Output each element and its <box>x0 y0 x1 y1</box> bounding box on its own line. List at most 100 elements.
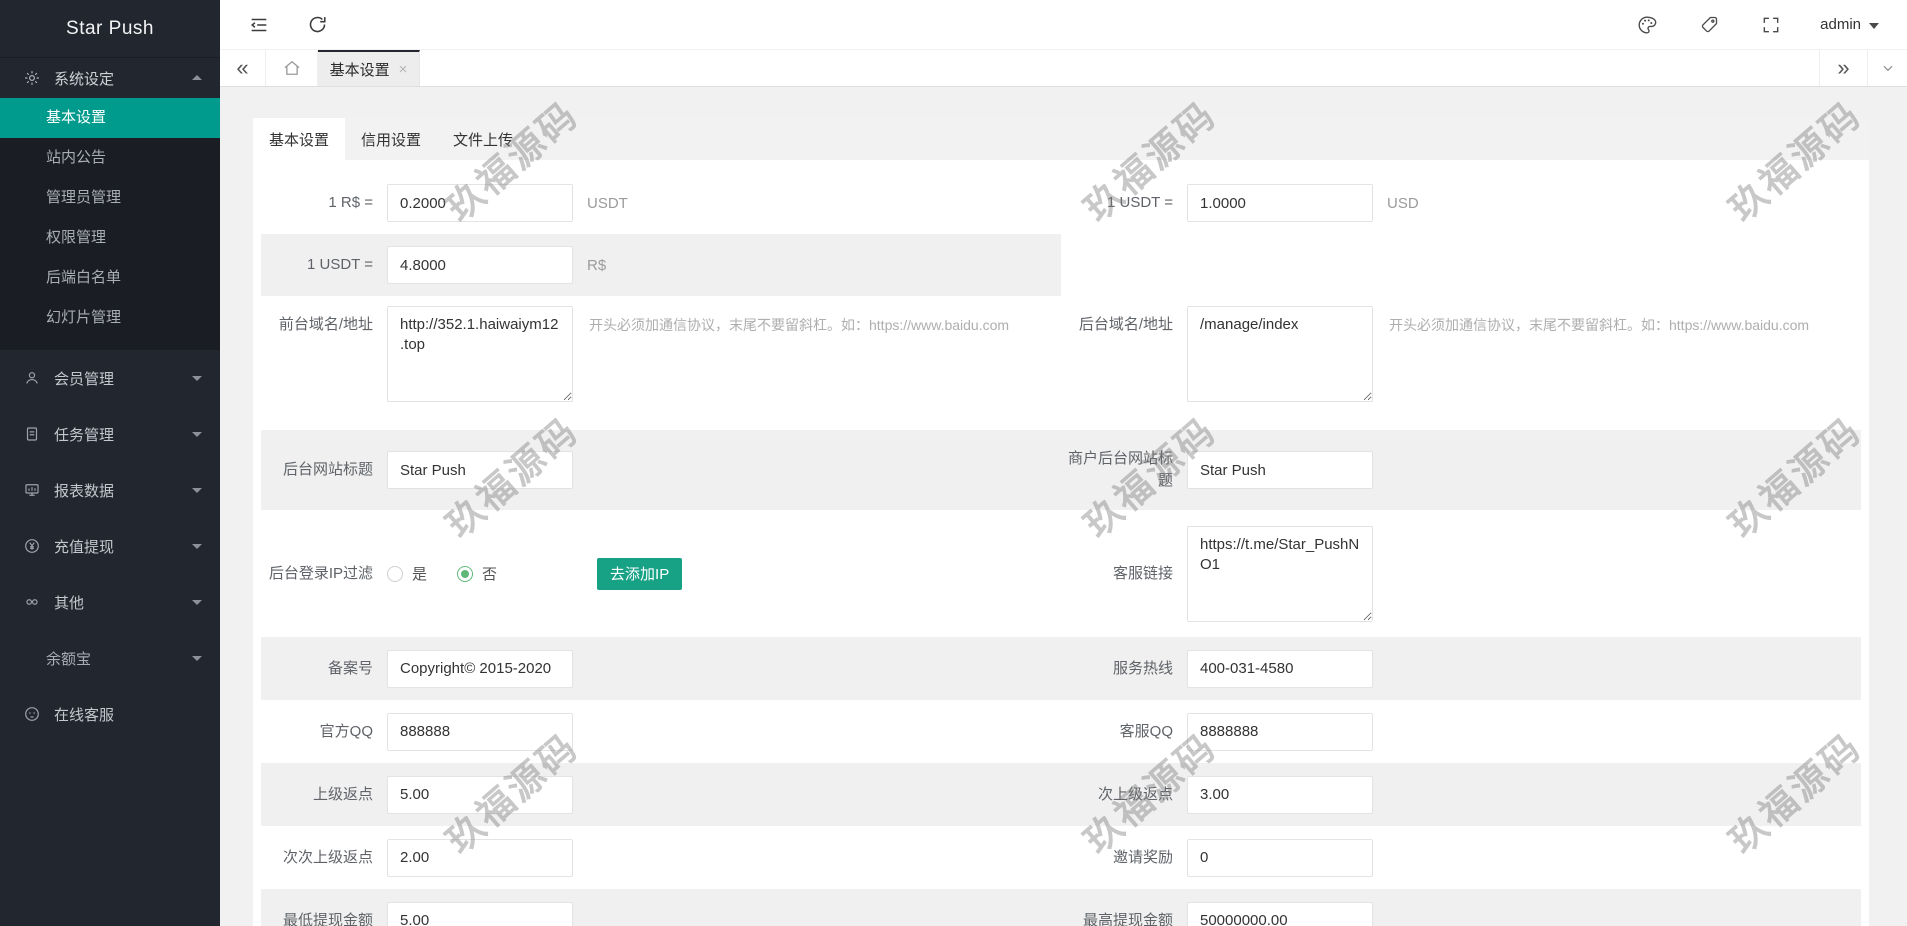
form-row: 上级返点 次上级返点 <box>261 763 1861 826</box>
field-rate-usdt-usd: 1 USDT = USD <box>1061 172 1861 234</box>
field-back-domain: 后台域名/地址 /manage/index 开头必须加通信协议，末尾不要留斜杠。… <box>1061 296 1861 430</box>
sidebar-group-label: 任务管理 <box>54 426 115 444</box>
rate-usdt-rs-input[interactable] <box>387 246 573 284</box>
sidebar-item-basic-settings[interactable]: 基本设置 <box>0 98 220 138</box>
merchant-title-input[interactable] <box>1187 451 1373 489</box>
gear-icon <box>22 69 42 87</box>
field-label: 商户后台网站标题 <box>1067 450 1173 489</box>
sidebar-group-label: 在线客服 <box>54 706 115 724</box>
basic-settings-form: 1 R$ = USDT 1 USDT = USD 1 U <box>253 160 1869 926</box>
home-tab-button[interactable] <box>266 50 318 86</box>
chevron-down-icon <box>192 544 202 549</box>
official-qq-input[interactable] <box>387 712 573 751</box>
rate-usdt-usd-input[interactable] <box>1187 184 1373 222</box>
tabs-scroll-right-button[interactable]: » <box>1819 50 1867 86</box>
sidebar-group-recharge-withdraw[interactable]: 充值提现 <box>0 518 220 574</box>
refresh-icon[interactable] <box>304 12 330 38</box>
field-merchant-title: 商户后台网站标题 <box>1061 430 1861 510</box>
chevron-up-icon <box>192 75 202 80</box>
tabs-scroll-left-button[interactable]: « <box>220 50 266 86</box>
rebate-l1-input[interactable] <box>387 775 573 814</box>
hotline-input[interactable] <box>1187 649 1373 688</box>
field-label: 客服QQ <box>1119 722 1173 740</box>
service-link-textarea[interactable]: https://t.me/Star_PushNO1 <box>1187 525 1373 622</box>
max-withdraw-input[interactable] <box>1187 901 1373 926</box>
fullscreen-icon[interactable] <box>1758 12 1784 38</box>
tab-label: 基本设置 <box>329 61 390 79</box>
field-rate-rs: 1 R$ = USDT <box>261 172 1061 234</box>
admin-username: admin <box>1820 16 1861 33</box>
sidebar-item-slideshow-management[interactable]: 幻灯片管理 <box>0 298 220 338</box>
tag-icon[interactable] <box>1696 12 1722 38</box>
admin-dropdown[interactable]: admin <box>1820 16 1879 33</box>
close-icon[interactable]: × <box>399 61 408 78</box>
sidebar-group-label: 会员管理 <box>54 370 115 388</box>
sidebar-item-permission-management[interactable]: 权限管理 <box>0 218 220 258</box>
chevron-down-icon <box>192 656 202 661</box>
customer-service-icon <box>22 705 42 723</box>
radio-yes[interactable]: 是 <box>387 563 427 584</box>
collapse-sidebar-icon[interactable] <box>246 12 272 38</box>
sidebar-group-yuebao[interactable]: 余额宝 <box>0 630 220 686</box>
sidebar-item-backend-whitelist[interactable]: 后端白名单 <box>0 258 220 298</box>
field-max-withdraw: 最高提现金额 <box>1061 889 1861 926</box>
settings-tabs: 基本设置 信用设置 文件上传 <box>253 118 1869 160</box>
top-navbar: admin <box>220 0 1907 49</box>
field-service-link: 客服链接 https://t.me/Star_PushNO1 <box>1061 510 1861 637</box>
field-label: 官方QQ <box>319 722 373 740</box>
rebate-l3-input[interactable] <box>387 838 573 877</box>
home-icon <box>283 60 300 75</box>
radio-no[interactable]: 否 <box>457 563 497 584</box>
field-rebate-l3: 次次上级返点 <box>261 826 1061 889</box>
coin-yen-icon <box>22 537 42 555</box>
tab-file-upload[interactable]: 文件上传 <box>437 118 529 160</box>
field-hint: 开头必须加通信协议，末尾不要留斜杠。如：https://www.baidu.co… <box>589 317 1010 333</box>
sidebar-item-admin-management[interactable]: 管理员管理 <box>0 178 220 218</box>
form-row: 1 USDT = R$ <box>261 234 1861 296</box>
sidebar-group-task-management[interactable]: 任务管理 <box>0 406 220 462</box>
open-tab-basic-settings[interactable]: 基本设置 × <box>318 50 420 86</box>
field-label: 服务热线 <box>1112 659 1173 677</box>
invite-reward-input[interactable] <box>1187 838 1373 877</box>
min-withdraw-input[interactable] <box>387 901 573 926</box>
theme-palette-icon[interactable] <box>1634 12 1660 38</box>
field-label: 最低提现金额 <box>282 911 373 926</box>
tabbar-spacer <box>420 50 1819 86</box>
icp-input[interactable] <box>387 649 573 688</box>
field-label: 最高提现金额 <box>1082 911 1173 926</box>
field-icp: 备案号 <box>261 637 1061 700</box>
sidebar-group-label: 余额宝 <box>46 650 92 668</box>
ip-filter-radio-group: 是 否 去添加IP <box>387 557 683 590</box>
tab-credit-settings[interactable]: 信用设置 <box>345 118 437 160</box>
field-rebate-l2: 次上级返点 <box>1061 763 1861 826</box>
chevron-down-icon <box>192 488 202 493</box>
form-row: 备案号 服务热线 <box>261 637 1861 700</box>
sidebar-group-other[interactable]: 其他 <box>0 574 220 630</box>
field-suffix: R$ <box>587 256 607 274</box>
chevron-down-icon <box>192 600 202 605</box>
tabs-dropdown-button[interactable] <box>1867 50 1907 86</box>
front-domain-textarea[interactable]: http://352.1.haiwaiym12.top <box>387 306 573 402</box>
sidebar-item-site-announcement[interactable]: 站内公告 <box>0 138 220 178</box>
sidebar-group-system-settings[interactable]: 系统设定 <box>0 58 220 98</box>
back-domain-textarea[interactable]: /manage/index <box>1187 306 1373 402</box>
radio-label: 否 <box>482 566 498 583</box>
field-invite-reward: 邀请奖励 <box>1061 826 1861 889</box>
field-label: 次次上级返点 <box>282 848 373 866</box>
sidebar-group-member-management[interactable]: 会员管理 <box>0 350 220 406</box>
field-rebate-l1: 上级返点 <box>261 763 1061 826</box>
sidebar-item-online-service[interactable]: 在线客服 <box>0 686 220 742</box>
service-qq-input[interactable] <box>1187 712 1373 751</box>
tab-basic-settings[interactable]: 基本设置 <box>253 118 346 160</box>
add-ip-button[interactable]: 去添加IP <box>597 557 683 590</box>
main-area: admin « 基本设置 × » 基本设置 信用设置 文件上传 1 R$ = 0… <box>220 0 1907 926</box>
field-rate-usdt-rs: 1 USDT = R$ <box>261 234 1061 296</box>
empty-cell <box>1061 234 1861 296</box>
admin-title-input[interactable] <box>387 451 573 489</box>
form-row: 最低提现金额 最高提现金额 <box>261 889 1861 926</box>
form-row: 后台网站标题 商户后台网站标题 <box>261 430 1861 510</box>
rate-rs-input[interactable] <box>387 184 573 222</box>
rebate-l2-input[interactable] <box>1187 775 1373 814</box>
field-admin-title: 后台网站标题 <box>261 430 1061 510</box>
sidebar-group-report-data[interactable]: 报表数据 <box>0 462 220 518</box>
